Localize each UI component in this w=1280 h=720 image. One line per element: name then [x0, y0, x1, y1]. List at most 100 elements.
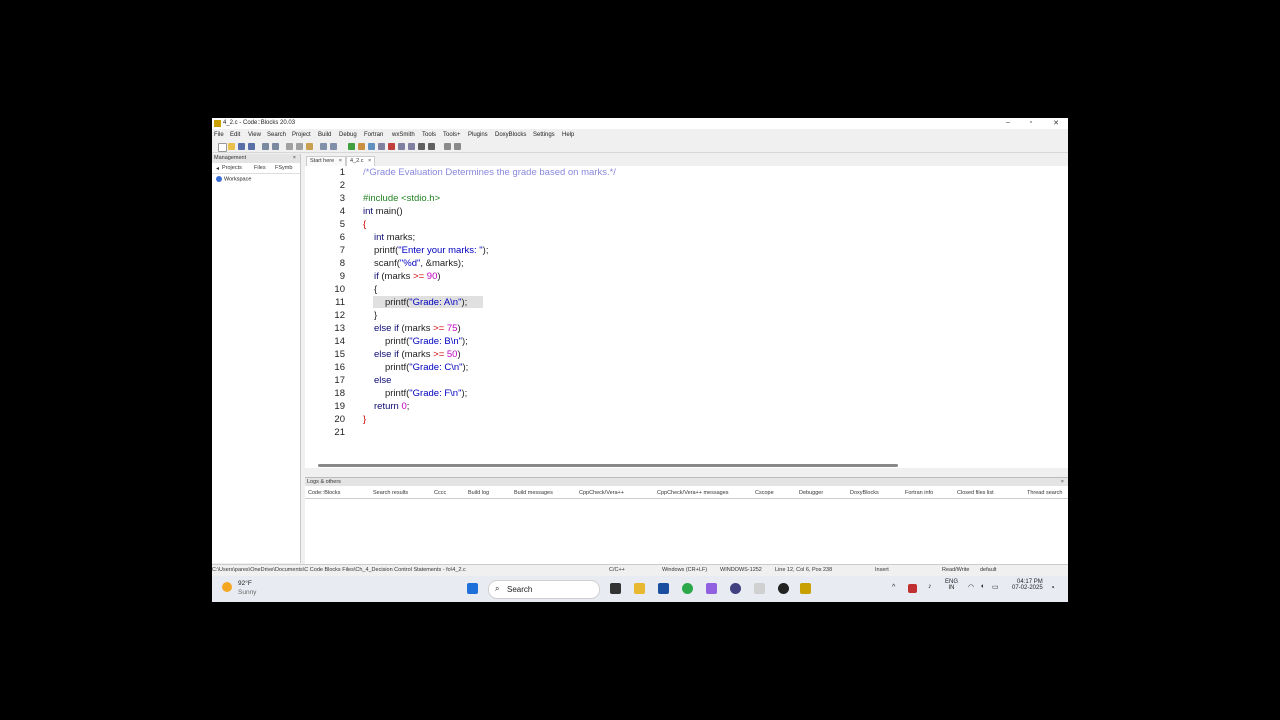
replace-icon[interactable]	[330, 143, 337, 150]
info-icon[interactable]	[454, 143, 461, 150]
code-token: );	[461, 297, 468, 308]
tab-cppcheck-vera[interactable]: CppCheck/Vera++	[579, 490, 624, 496]
workspace-node[interactable]: Workspace	[216, 176, 251, 182]
open-file-icon[interactable]	[228, 143, 235, 150]
menu-edit[interactable]: Edit	[230, 132, 240, 138]
find-icon[interactable]	[320, 143, 327, 150]
paste-icon[interactable]	[306, 143, 313, 150]
build-icon[interactable]	[358, 143, 365, 150]
menu-doxyblocks[interactable]: DoxyBlocks	[495, 132, 526, 138]
title-bar: 4_2.c - Code::Blocks 20.03 – ▫ ✕	[212, 118, 1068, 129]
chrome-icon[interactable]	[682, 583, 693, 594]
codeblocks-app-icon	[214, 120, 221, 127]
management-close-button[interactable]: ×	[293, 154, 296, 163]
save-icon[interactable]	[238, 143, 245, 150]
build-run-icon[interactable]	[368, 143, 375, 150]
clock[interactable]: 04:17 PM 07-02-2025	[1012, 579, 1043, 591]
minimize-button[interactable]: –	[1002, 119, 1014, 126]
tab-4-2-c-close-icon[interactable]: ×	[368, 158, 371, 164]
menu-tools-plus[interactable]: Tools+	[443, 132, 461, 138]
code-line-11: printf("Grade: A\n");	[385, 297, 467, 308]
tab-search-results[interactable]: Search results	[373, 490, 408, 496]
menu-settings[interactable]: Settings	[533, 132, 555, 138]
pause-icon[interactable]	[418, 143, 425, 150]
taskbar-search-label: Search	[507, 585, 533, 594]
stop-icon[interactable]	[428, 143, 435, 150]
menu-build[interactable]: Build	[318, 132, 331, 138]
tab-start-here[interactable]: Start here ×	[306, 156, 346, 166]
menu-debug[interactable]: Debug	[339, 132, 357, 138]
menu-plugins[interactable]: Plugins	[468, 132, 488, 138]
tab-build-log[interactable]: Build log	[468, 490, 489, 496]
tab-start-here-close-icon[interactable]: ×	[339, 158, 342, 164]
tab-projects[interactable]: Projects	[222, 165, 242, 171]
windows-start-icon[interactable]	[467, 583, 478, 594]
input-language-indicator[interactable]: ENG IN	[945, 579, 958, 591]
run-icon[interactable]	[348, 143, 355, 150]
line-number: 8	[339, 258, 345, 269]
tab-4-2-c[interactable]: 4_2.c ×	[346, 156, 376, 166]
debug-icon[interactable]	[388, 143, 395, 150]
tab-build-messages[interactable]: Build messages	[514, 490, 553, 496]
task-view-icon[interactable]	[610, 583, 621, 594]
line-number: 6	[339, 232, 345, 243]
step-into-icon[interactable]	[408, 143, 415, 150]
copy-icon[interactable]	[296, 143, 303, 150]
step-icon[interactable]	[398, 143, 405, 150]
app-icon[interactable]	[754, 583, 765, 594]
app-icon[interactable]	[706, 583, 717, 594]
logs-close-button[interactable]: ×	[1061, 478, 1064, 486]
menu-file[interactable]: File	[214, 132, 224, 138]
menu-tools[interactable]: Tools	[422, 132, 436, 138]
status-profile: default	[980, 567, 997, 573]
tab-closed-files-list[interactable]: Closed files list	[957, 490, 994, 496]
weather-temperature[interactable]: 92°F	[238, 580, 252, 587]
status-encoding: WINDOWS-1252	[720, 567, 762, 573]
cut-icon[interactable]	[286, 143, 293, 150]
menu-wxsmith[interactable]: wxSmith	[392, 132, 415, 138]
battery-icon[interactable]: ▭	[992, 583, 999, 591]
menu-view[interactable]: View	[248, 132, 261, 138]
tab-codeblocks-log[interactable]: Code::Blocks	[308, 490, 340, 496]
wifi-icon[interactable]: ◠	[968, 583, 974, 591]
tab-fsymbols[interactable]: FSymb	[275, 165, 292, 171]
menu-search[interactable]: Search	[267, 132, 286, 138]
windows-icon[interactable]	[444, 143, 451, 150]
tray-app-icon[interactable]	[908, 584, 917, 593]
menu-fortran[interactable]: Fortran	[364, 132, 383, 138]
weather-condition[interactable]: Sunny	[238, 589, 256, 596]
horizontal-scrollbar[interactable]	[318, 464, 898, 467]
tab-cppcheck-vera-messages[interactable]: CppCheck/Vera++ messages	[657, 490, 729, 496]
file-explorer-icon[interactable]	[634, 583, 645, 594]
tab-doxyblocks[interactable]: DoxyBlocks	[850, 490, 879, 496]
rebuild-icon[interactable]	[378, 143, 385, 150]
chevron-up-icon[interactable]: ^	[892, 584, 895, 591]
close-button[interactable]: ✕	[1050, 119, 1062, 127]
undo-icon[interactable]	[262, 143, 269, 150]
volume-icon[interactable]: ◖	[980, 583, 984, 590]
code-token: ;	[406, 401, 410, 412]
new-file-icon[interactable]	[218, 143, 227, 152]
taskbar-search-box[interactable]: ⌕ Search	[488, 580, 600, 599]
save-all-icon[interactable]	[248, 143, 255, 150]
app-icon[interactable]	[730, 583, 741, 594]
tab-thread-search[interactable]: Thread search	[1027, 490, 1062, 496]
tab-fortran-info[interactable]: Fortran info	[905, 490, 933, 496]
store-icon[interactable]	[658, 583, 669, 594]
microphone-icon[interactable]: ♪	[928, 583, 932, 590]
menu-help[interactable]: Help	[562, 132, 574, 138]
keyword-token: return	[374, 401, 399, 412]
codeblocks-taskbar-icon[interactable]	[800, 583, 811, 594]
redo-icon[interactable]	[272, 143, 279, 150]
tab-cscope[interactable]: Cscope	[755, 490, 774, 496]
tab-files[interactable]: Files	[254, 165, 266, 171]
maximize-button[interactable]: ▫	[1025, 119, 1037, 126]
tab-cccc[interactable]: Cccc	[434, 490, 446, 496]
menu-project[interactable]: Project	[292, 132, 311, 138]
tab-left-arrow-icon[interactable]: ◂	[216, 165, 219, 172]
code-editor[interactable]: 1 2 3 4 5 6 7 8 9 10 11 12 13 14 15 16 1…	[305, 166, 1068, 468]
notification-icon[interactable]: ◔	[1050, 583, 1055, 592]
app-icon[interactable]	[778, 583, 789, 594]
keyword-token: else if	[374, 349, 399, 360]
tab-debugger[interactable]: Debugger	[799, 490, 823, 496]
